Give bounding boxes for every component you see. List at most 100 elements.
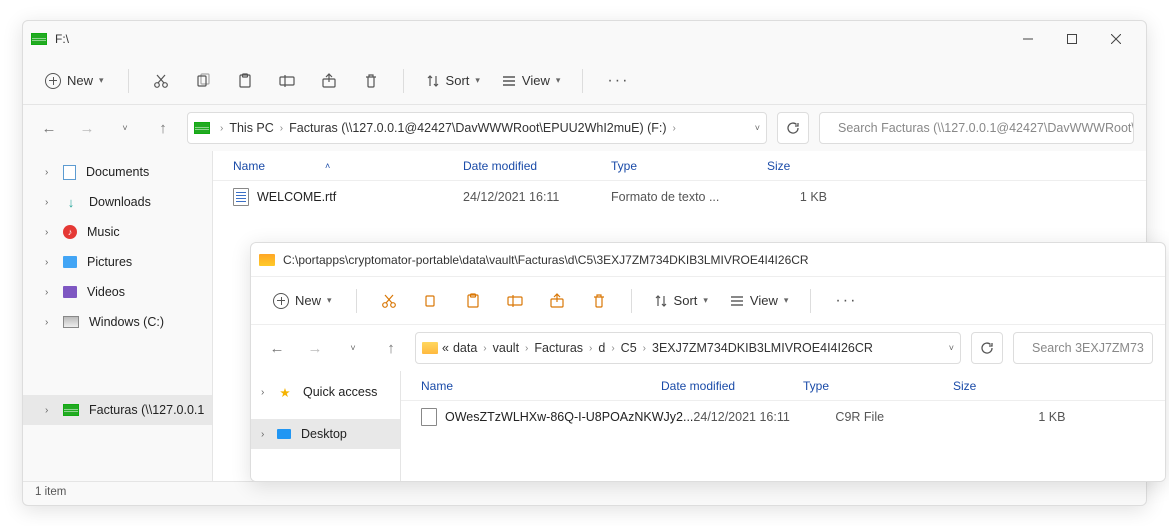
column-header-date[interactable]: Date modified bbox=[463, 159, 611, 173]
column-header-type[interactable]: Type bbox=[803, 379, 953, 393]
sidebar-item-quick-access[interactable]: ›★Quick access bbox=[251, 377, 400, 407]
rtf-file-icon bbox=[233, 188, 249, 206]
navigation-bar: ← → ˅ ↑ › This PC › Facturas (\\127.0.0.… bbox=[23, 105, 1146, 151]
sidebar-item-facturas[interactable]: ›Facturas (\\127.0.0.1 bbox=[23, 395, 212, 425]
recent-button[interactable]: ˅ bbox=[111, 114, 139, 142]
sidebar-item-desktop[interactable]: ›Desktop bbox=[251, 419, 400, 449]
forward-button[interactable]: → bbox=[301, 334, 329, 362]
search-input[interactable]: Search 3EXJ7ZM73 bbox=[1013, 332, 1153, 364]
breadcrumb[interactable]: C5 bbox=[621, 341, 637, 355]
breadcrumb[interactable]: d bbox=[598, 341, 605, 355]
breadcrumb[interactable]: 3EXJ7ZM734DKIB3LMIVROE4I4I26CR bbox=[652, 341, 873, 355]
column-headers: Name Date modified Type Size bbox=[401, 371, 1165, 401]
address-bar[interactable]: « data › vault › Facturas › d › C5 › 3EX… bbox=[415, 332, 961, 364]
refresh-button[interactable] bbox=[971, 332, 1003, 364]
star-icon: ★ bbox=[277, 384, 293, 400]
chevron-right-icon: › bbox=[671, 123, 678, 134]
up-button[interactable]: ↑ bbox=[377, 334, 405, 362]
share-button[interactable] bbox=[539, 283, 575, 319]
delete-button[interactable] bbox=[581, 283, 617, 319]
cut-button[interactable] bbox=[371, 283, 407, 319]
breadcrumb[interactable]: data bbox=[453, 341, 477, 355]
minimize-button[interactable] bbox=[1006, 23, 1050, 55]
titlebar[interactable]: F:\ bbox=[23, 21, 1146, 57]
rename-button[interactable] bbox=[269, 63, 305, 99]
forward-button[interactable]: → bbox=[73, 114, 101, 142]
column-header-size[interactable]: Size bbox=[767, 159, 847, 173]
file-date: 24/12/2021 16:11 bbox=[693, 410, 835, 424]
address-bar[interactable]: › This PC › Facturas (\\127.0.0.1@42427\… bbox=[187, 112, 767, 144]
music-icon: ♪ bbox=[63, 225, 77, 239]
refresh-button[interactable] bbox=[777, 112, 809, 144]
new-button[interactable]: New ▾ bbox=[35, 68, 114, 94]
cut-button[interactable] bbox=[143, 63, 179, 99]
chevron-right-icon: › bbox=[641, 343, 648, 354]
delete-button[interactable] bbox=[353, 63, 389, 99]
breadcrumb-prefix[interactable]: « bbox=[442, 341, 449, 355]
chevron-down-icon: ▾ bbox=[99, 75, 104, 86]
drive-icon bbox=[194, 122, 210, 134]
folder-icon bbox=[259, 254, 275, 266]
sort-button[interactable]: Sort ▾ bbox=[418, 68, 488, 93]
maximize-button[interactable] bbox=[1050, 23, 1094, 55]
sort-label: Sort bbox=[674, 293, 698, 308]
file-size: 1 KB bbox=[985, 410, 1085, 424]
paste-button[interactable] bbox=[227, 63, 263, 99]
sidebar-item-videos[interactable]: ›Videos bbox=[23, 277, 212, 307]
column-header-date[interactable]: Date modified bbox=[661, 379, 803, 393]
view-button[interactable]: View ▾ bbox=[494, 68, 568, 93]
close-button[interactable] bbox=[1094, 23, 1138, 55]
view-button[interactable]: View ▾ bbox=[722, 288, 796, 313]
picture-icon bbox=[63, 256, 77, 268]
view-icon bbox=[502, 74, 516, 88]
chevron-right-icon: › bbox=[218, 123, 225, 134]
up-button[interactable]: ↑ bbox=[149, 114, 177, 142]
status-bar: 1 item bbox=[23, 481, 1146, 505]
sidebar-item-downloads[interactable]: ›↓Downloads bbox=[23, 187, 212, 217]
breadcrumb[interactable]: Facturas bbox=[534, 341, 583, 355]
column-header-size[interactable]: Size bbox=[953, 379, 1053, 393]
table-row[interactable]: OWesZTzWLHXw-86Q-I-U8POAzNKWJy2... 24/12… bbox=[401, 401, 1165, 433]
rename-button[interactable] bbox=[497, 283, 533, 319]
explorer-window-encrypted: C:\portapps\cryptomator-portable\data\va… bbox=[250, 242, 1166, 482]
sidebar-item-windows-c[interactable]: ›Windows (C:) bbox=[23, 307, 212, 337]
chevron-right-icon: › bbox=[278, 123, 285, 134]
separator bbox=[356, 289, 357, 313]
separator bbox=[403, 69, 404, 93]
copy-button[interactable] bbox=[185, 63, 221, 99]
search-input[interactable]: Search Facturas (\\127.0.0.1@42427\DavWW… bbox=[819, 112, 1134, 144]
paste-button[interactable] bbox=[455, 283, 491, 319]
sort-label: Sort bbox=[446, 73, 470, 88]
view-label: View bbox=[522, 73, 550, 88]
table-row[interactable]: WELCOME.rtf 24/12/2021 16:11 Formato de … bbox=[213, 181, 1146, 213]
sort-button[interactable]: Sort ▾ bbox=[646, 288, 716, 313]
file-type: C9R File bbox=[835, 410, 985, 424]
recent-button[interactable]: ˅ bbox=[339, 334, 367, 362]
breadcrumb[interactable]: Facturas (\\127.0.0.1@42427\DavWWWRoot\E… bbox=[289, 121, 666, 135]
titlebar[interactable]: C:\portapps\cryptomator-portable\data\va… bbox=[251, 243, 1165, 277]
new-label: New bbox=[295, 293, 321, 308]
disk-icon bbox=[63, 316, 79, 328]
sidebar-item-label: Documents bbox=[86, 165, 149, 179]
column-header-name[interactable]: Name bbox=[401, 379, 661, 393]
more-button[interactable]: ··· bbox=[825, 292, 867, 310]
breadcrumb[interactable]: vault bbox=[493, 341, 519, 355]
new-button[interactable]: New ▾ bbox=[263, 288, 342, 314]
sidebar-item-music[interactable]: ›♪Music bbox=[23, 217, 212, 247]
chevron-down-icon[interactable]: ˅ bbox=[755, 123, 760, 133]
sidebar: ›★Quick access ›Desktop bbox=[251, 371, 401, 481]
share-button[interactable] bbox=[311, 63, 347, 99]
breadcrumb[interactable]: This PC bbox=[229, 121, 273, 135]
chevron-right-icon: › bbox=[609, 343, 616, 354]
file-date: 24/12/2021 16:11 bbox=[463, 190, 611, 204]
video-icon bbox=[63, 286, 77, 298]
column-header-type[interactable]: Type bbox=[611, 159, 767, 173]
more-button[interactable]: ··· bbox=[597, 72, 639, 90]
copy-button[interactable] bbox=[413, 283, 449, 319]
sidebar-item-pictures[interactable]: ›Pictures bbox=[23, 247, 212, 277]
back-button[interactable]: ← bbox=[35, 114, 63, 142]
back-button[interactable]: ← bbox=[263, 334, 291, 362]
chevron-down-icon[interactable]: ˅ bbox=[949, 343, 954, 353]
column-header-name[interactable]: Name˄ bbox=[213, 159, 463, 173]
sidebar-item-documents[interactable]: ›Documents bbox=[23, 157, 212, 187]
